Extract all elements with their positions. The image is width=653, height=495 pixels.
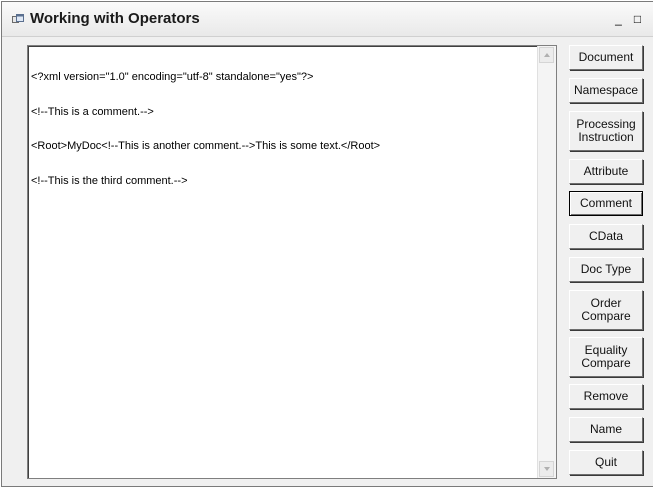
title-bar[interactable]: Working with Operators _ □ × <box>2 2 653 37</box>
text-line: <!--This is the third comment.--> <box>31 174 188 187</box>
window-title: Working with Operators <box>30 10 200 27</box>
vertical-scrollbar[interactable] <box>537 46 556 478</box>
close-icon[interactable]: × <box>648 11 653 27</box>
xml-output-textbox[interactable]: <?xml version="1.0" encoding="utf-8" sta… <box>27 45 557 479</box>
remove-button[interactable]: Remove <box>569 384 643 409</box>
attribute-button[interactable]: Attribute <box>569 159 643 184</box>
text-line: <!--This is a comment.--> <box>31 105 154 118</box>
cdata-button[interactable]: CData <box>569 224 643 249</box>
text-line: <Root>MyDoc<!--This is another comment.-… <box>31 140 381 152</box>
window-app-icon[interactable] <box>12 13 24 25</box>
doc-type-button[interactable]: Doc Type <box>569 257 643 282</box>
namespace-button[interactable]: Namespace <box>569 78 643 103</box>
app-window: Working with Operators _ □ × <?xml versi… <box>1 1 653 487</box>
minimize-icon[interactable]: _ <box>610 11 627 27</box>
quit-button[interactable]: Quit <box>569 450 643 475</box>
xml-output-text: <?xml version="1.0" encoding="utf-8" sta… <box>31 49 536 210</box>
chevron-down-icon <box>544 467 550 471</box>
order-compare-button[interactable]: Order Compare <box>569 290 643 330</box>
processing-instruction-button[interactable]: Processing Instruction <box>569 111 643 151</box>
scroll-down-button[interactable] <box>539 461 554 477</box>
document-button[interactable]: Document <box>569 45 643 70</box>
text-line: <?xml version="1.0" encoding="utf-8" sta… <box>31 71 314 83</box>
comment-button[interactable]: Comment <box>569 191 643 216</box>
maximize-icon[interactable]: □ <box>629 11 646 27</box>
scroll-up-button[interactable] <box>539 47 554 63</box>
name-button[interactable]: Name <box>569 417 643 442</box>
chevron-up-icon <box>544 53 550 57</box>
equality-compare-button[interactable]: Equality Compare <box>569 337 643 377</box>
